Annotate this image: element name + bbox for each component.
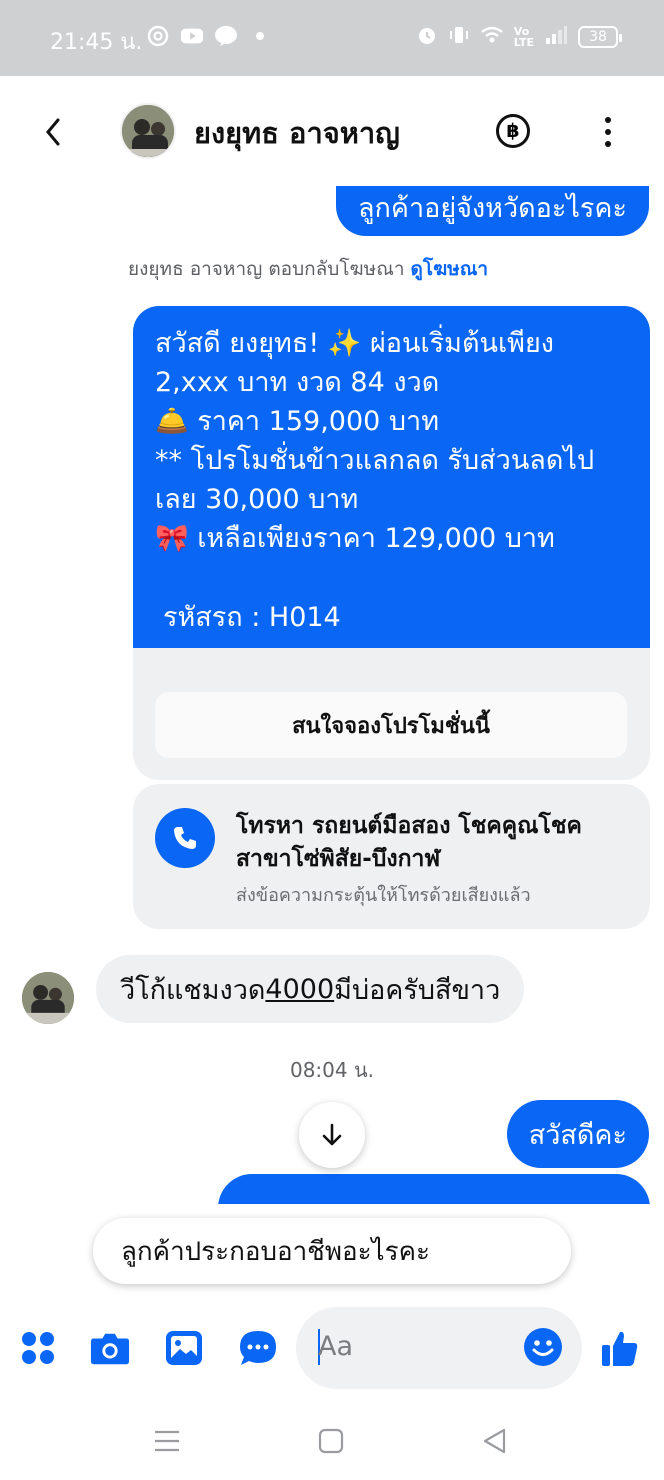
back-nav-button[interactable]: [480, 1426, 510, 1456]
more-dot-icon: [605, 129, 611, 135]
chat-bubble-icon: [240, 1331, 276, 1365]
message-input[interactable]: Aa: [296, 1307, 582, 1389]
recents-button[interactable]: [152, 1426, 182, 1456]
ad-line: ** โปรโมชั่นข้าวแลกลด รับส่วนลดไป: [155, 445, 595, 476]
ad-line: สวัสดี ยงยุทธ! ✨ ผ่อนเริ่มต้นเพียง: [155, 328, 554, 359]
threads-icon: [146, 24, 170, 48]
car-code: รหัสรถ : H014: [163, 602, 341, 633]
ad-line: 2,xxx บาท งวด 84 งวด: [155, 367, 440, 398]
suggested-reply-chip[interactable]: ลูกค้าประกอบอาชีพอะไรคะ: [93, 1218, 571, 1284]
ad-line: 🎀 เหลือเพียงราคา 129,000 บาท: [155, 523, 555, 554]
thumbs-up-icon: [602, 1331, 638, 1366]
more-options-button[interactable]: [598, 114, 618, 150]
wifi-icon: [480, 25, 504, 49]
vibrate-icon: [448, 24, 470, 50]
message-list[interactable]: ลูกค้าอยู่จังหวัดอะไรคะ ยงยุทธ อาจหาญ ตอ…: [0, 186, 664, 1204]
baht-icon: ฿: [506, 120, 520, 142]
home-button[interactable]: [316, 1426, 346, 1456]
call-card[interactable]: โทรหา รถยนต์มือสอง โชคคูณโชค สาขาโซ่พิสั…: [133, 784, 650, 929]
outgoing-message[interactable]: ลูกค้าอยู่จังหวัดอะไรคะ: [335, 186, 649, 236]
apps-menu-button[interactable]: [18, 1328, 58, 1368]
chat-extras-button[interactable]: [238, 1328, 278, 1368]
four-dots-icon: [22, 1332, 54, 1364]
chevron-left-icon: [46, 118, 60, 146]
menu-lines-icon: [155, 1430, 179, 1452]
outgoing-message-partial[interactable]: [218, 1174, 650, 1204]
emoji-button[interactable]: [524, 1328, 562, 1366]
volte-icon: Vo LTE: [513, 25, 534, 49]
ad-message-card[interactable]: สวัสดี ยงยุทธ! ✨ ผ่อนเริ่มต้นเพียง 2,xxx…: [133, 306, 650, 780]
status-bar: 21:45 น. Vo LTE 38: [0, 0, 664, 76]
contact-avatar[interactable]: [120, 103, 176, 159]
reserve-promotion-button[interactable]: สนใจจองโปรโมชั่นนี้: [155, 692, 627, 758]
camera-button[interactable]: [90, 1328, 130, 1368]
notification-dot-icon: [256, 32, 264, 40]
triangle-back-icon: [483, 1428, 506, 1454]
camera-icon: [90, 1333, 130, 1365]
image-icon: [166, 1331, 202, 1365]
alarm-icon: [416, 24, 438, 50]
signal-icon: [544, 25, 568, 49]
ad-line: เลย 30,000 บาท: [155, 484, 359, 515]
incoming-message[interactable]: วีโก้แชมงวด 4000 มีบ่อครับสีขาว: [96, 955, 525, 1023]
more-dot-icon: [605, 117, 611, 123]
message-input-placeholder: Aa: [318, 1331, 354, 1362]
call-title: โทรหา รถยนต์มือสอง โชคคูณโชค สาขาโซ่พิสั…: [236, 813, 582, 872]
status-time: 21:45 น.: [50, 30, 143, 55]
like-button[interactable]: [600, 1328, 640, 1368]
arrow-down-icon: [322, 1123, 342, 1146]
back-button[interactable]: [38, 112, 70, 152]
contact-name[interactable]: ยงยุทธ อาจหาญ: [194, 110, 400, 156]
system-nav-bar: [0, 1400, 664, 1480]
outgoing-message[interactable]: สวัสดีคะ: [506, 1100, 649, 1168]
phone-number-link[interactable]: 4000: [265, 974, 334, 1005]
chat-header: ยงยุทธ อาจหาญ ฿: [0, 76, 664, 186]
smiley-icon: [532, 1340, 554, 1356]
youtube-icon: [180, 24, 204, 48]
more-dot-icon: [605, 141, 611, 147]
phone-icon[interactable]: [155, 808, 215, 868]
scroll-to-bottom-button[interactable]: [299, 1102, 365, 1168]
battery-icon: 38: [578, 26, 622, 48]
message-timestamp: 08:04 น.: [289, 1058, 375, 1082]
composer-bar: Aa: [0, 1300, 664, 1400]
square-icon: [318, 1428, 344, 1454]
view-ad-link[interactable]: ดูโฆษณา: [411, 258, 488, 280]
payment-baht-button[interactable]: ฿: [496, 114, 530, 148]
gallery-button[interactable]: [164, 1328, 204, 1368]
ad-line: 🛎️ ราคา 159,000 บาท: [155, 406, 440, 437]
call-subtitle: ส่งข้อความกระตุ้นให้โทรด้วยเสียงแล้ว: [236, 885, 531, 906]
sender-avatar[interactable]: [22, 972, 74, 1024]
ad-message-text: สวัสดี ยงยุทธ! ✨ ผ่อนเริ่มต้นเพียง 2,xxx…: [133, 306, 650, 648]
ad-reply-note: ยงยุทธ อาจหาญ ตอบกลับโฆษณา ดูโฆษณา: [128, 258, 488, 280]
line-icon: [214, 24, 238, 48]
